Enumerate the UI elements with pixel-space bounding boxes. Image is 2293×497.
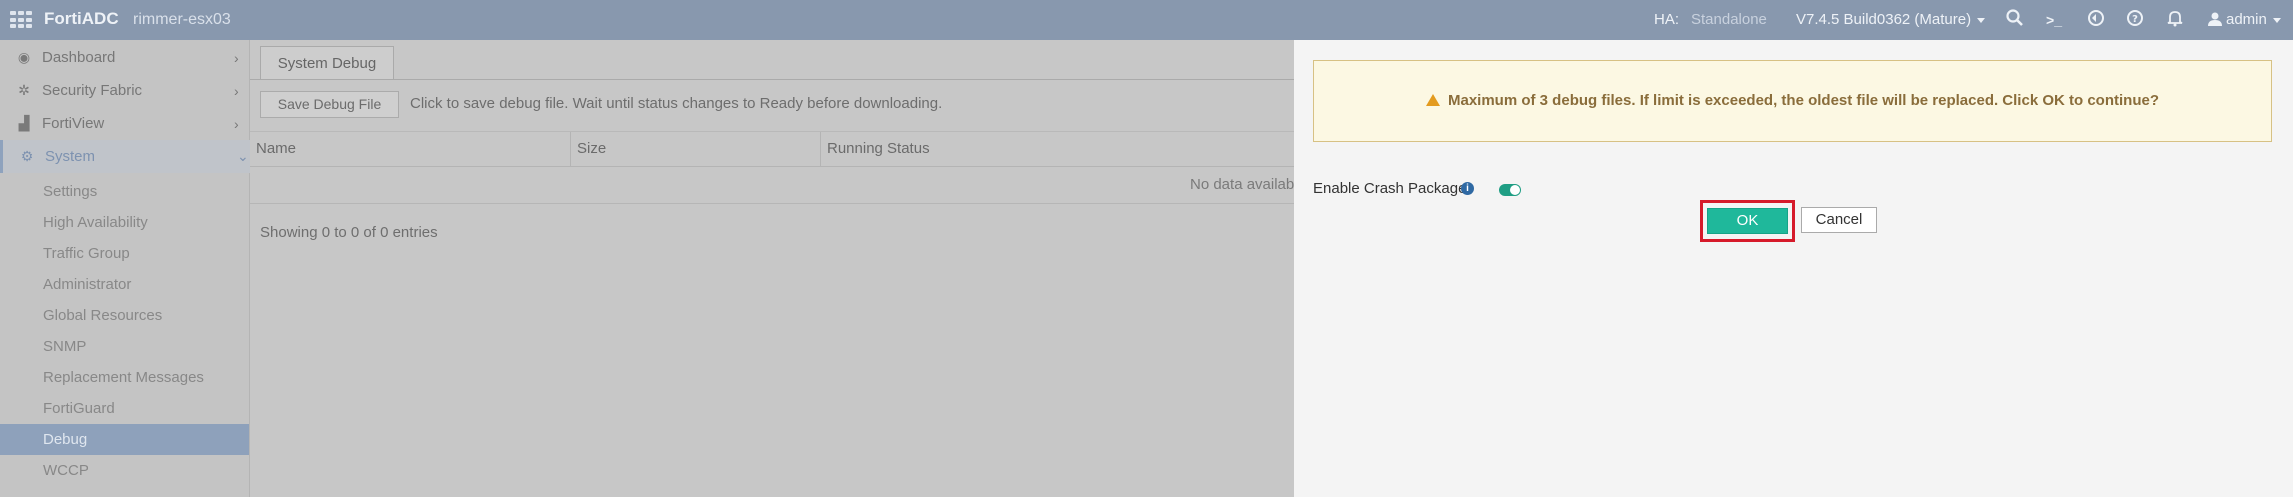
sidebar-subitem-administrator[interactable]: Administrator <box>0 269 249 300</box>
crash-package-toggle[interactable] <box>1499 184 1521 196</box>
crash-package-label: Enable Crash Package <box>1313 180 1467 197</box>
svg-text:?: ? <box>2132 14 2138 25</box>
pagination-info: Showing 0 to 0 of 0 entries <box>260 224 438 241</box>
sidebar-item-label: Dashboard <box>42 49 116 66</box>
info-icon[interactable]: i <box>1461 182 1474 195</box>
gear-icon: ⚙ <box>20 148 34 164</box>
cancel-button[interactable]: Cancel <box>1801 207 1877 233</box>
sidebar-subitem-global-resources[interactable]: Global Resources <box>0 300 249 331</box>
column-header-running-status[interactable]: Running Status <box>821 132 1294 166</box>
sidebar-item-security-fabric[interactable]: ✲ Security Fabric › <box>0 74 249 107</box>
chevron-right-icon: › <box>234 115 239 132</box>
sidebar-item-label: Security Fabric <box>42 82 143 99</box>
search-icon[interactable] <box>2004 9 2026 31</box>
fabric-icon: ✲ <box>18 82 30 98</box>
sidebar-subitem-high-availability[interactable]: High Availability <box>0 207 249 238</box>
sidebar-subitem-debug[interactable]: Debug <box>0 424 249 455</box>
hostname: rimmer-esx03 <box>133 11 231 28</box>
ok-button[interactable]: OK <box>1707 208 1788 234</box>
chevron-right-icon: › <box>234 82 239 99</box>
main-content: System Debug Save Debug File Click to sa… <box>250 40 1306 497</box>
sidebar-item-label: FortiView <box>42 115 105 132</box>
warning-text: Maximum of 3 debug files. If limit is ex… <box>1448 92 2159 109</box>
chevron-down-icon <box>2272 17 2281 23</box>
chevron-right-icon: › <box>234 49 239 66</box>
user-menu[interactable]: admin <box>2208 11 2281 28</box>
tab-divider <box>250 79 1294 80</box>
sidebar-subitem-snmp[interactable]: SNMP <box>0 331 249 362</box>
save-debug-file-button[interactable]: Save Debug File <box>260 91 399 118</box>
refresh-icon[interactable] <box>2085 9 2107 31</box>
bell-icon[interactable] <box>2164 9 2186 31</box>
chevron-down-icon <box>1977 17 1986 23</box>
table-divider <box>250 203 1294 204</box>
sidebar: ◉ Dashboard › ✲ Security Fabric › ▟ Fort… <box>0 40 252 497</box>
sidebar-item-fortiview[interactable]: ▟ FortiView › <box>0 107 249 140</box>
warning-icon <box>1426 94 1440 106</box>
toggle-knob <box>1510 185 1520 195</box>
version-dropdown[interactable]: V7.4.5 Build0362 (Mature) <box>1796 11 1986 28</box>
column-header-name[interactable]: Name <box>250 132 571 166</box>
chevron-down-icon: ⌄ <box>237 148 249 164</box>
column-header-size[interactable]: Size <box>571 132 821 166</box>
save-hint-text: Click to save debug file. Wait until sta… <box>410 95 943 112</box>
sidebar-subitem-replacement-messages[interactable]: Replacement Messages <box>0 362 249 393</box>
fortinet-logo-icon[interactable] <box>10 11 34 29</box>
sidebar-subitem-traffic-group[interactable]: Traffic Group <box>0 238 249 269</box>
sidebar-item-dashboard[interactable]: ◉ Dashboard › <box>0 41 249 74</box>
top-bar: FortiADC rimmer-esx03 HA: Standalone V7.… <box>0 0 2293 40</box>
cli-console-icon[interactable]: >_ <box>2043 9 2065 31</box>
confirm-dialog-panel: Maximum of 3 debug files. If limit is ex… <box>1294 40 2293 497</box>
sidebar-subitem-fortiguard[interactable]: FortiGuard <box>0 393 249 424</box>
sidebar-item-label: System <box>45 148 96 165</box>
product-name: FortiADC <box>44 9 119 28</box>
ok-button-highlight: OK <box>1700 200 1795 242</box>
chart-icon: ▟ <box>18 115 30 131</box>
sidebar-subitem-wccp[interactable]: WCCP <box>0 455 249 486</box>
sidebar-item-system[interactable]: ⚙ System ⌄ <box>0 140 252 173</box>
ha-label: HA: <box>1654 11 1680 28</box>
ha-status: Standalone <box>1691 11 1767 28</box>
version-label: V7.4.5 Build0362 (Mature) <box>1796 11 1972 28</box>
dashboard-icon: ◉ <box>17 49 31 65</box>
empty-table-message: No data available <box>1190 176 1306 193</box>
sidebar-subitem-settings[interactable]: Settings <box>0 176 249 207</box>
tab-system-debug[interactable]: System Debug <box>260 46 394 80</box>
warning-message: Maximum of 3 debug files. If limit is ex… <box>1313 60 2272 142</box>
help-icon[interactable]: ? <box>2124 9 2146 31</box>
user-icon <box>2208 12 2222 26</box>
username: admin <box>2226 11 2267 28</box>
table-header: Name Size Running Status <box>250 131 1294 167</box>
